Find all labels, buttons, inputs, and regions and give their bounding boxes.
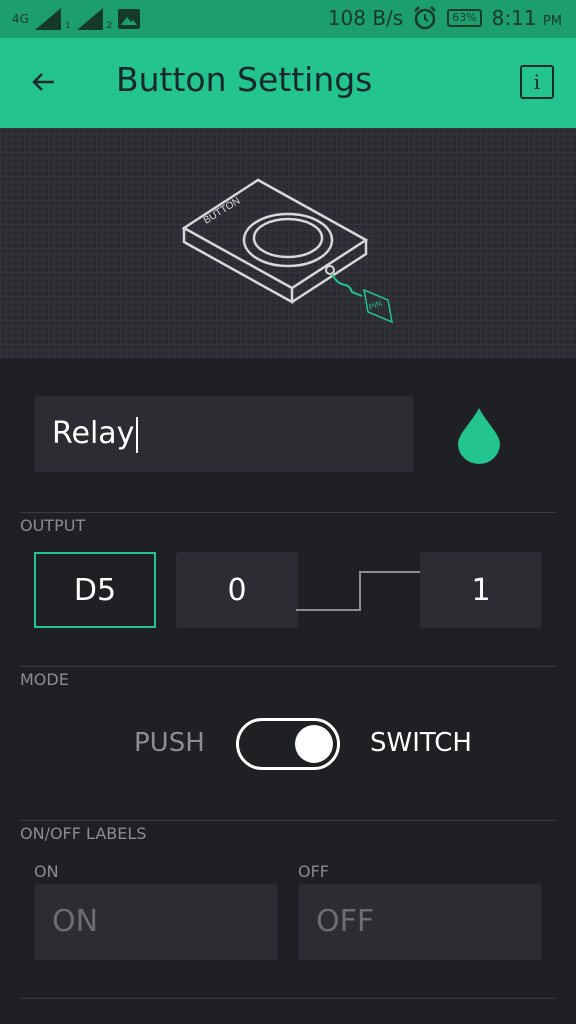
button-device-illustration: BUTTON PIN	[181, 178, 393, 324]
page-title: Button Settings	[116, 60, 373, 99]
signal-1-icon	[34, 8, 65, 30]
widget-illustration: BUTTON PIN	[0, 128, 576, 358]
text-caret	[136, 416, 139, 453]
back-button[interactable]	[28, 66, 60, 98]
output-range-graph	[296, 571, 422, 611]
mode-row: PUSH SWITCH	[0, 718, 576, 770]
arrow-left-icon	[32, 73, 54, 91]
mode-switch-label[interactable]: SWITCH	[370, 728, 472, 758]
on-label-caption: ON	[34, 862, 59, 881]
network-type: 4G	[12, 12, 29, 26]
water-drop-icon	[458, 408, 500, 464]
divider	[20, 512, 556, 513]
sim-1-label: 1	[64, 21, 71, 31]
image-icon	[118, 9, 141, 29]
widget-name-input[interactable]: Relay	[34, 396, 414, 472]
clock-ampm: PM	[542, 14, 562, 29]
output-low-value: 0	[227, 572, 247, 608]
off-label-input[interactable]: OFF	[298, 884, 542, 960]
pin-label: PIN	[368, 299, 384, 312]
output-high-input[interactable]: 1	[420, 552, 542, 628]
mode-section-label: MODE	[20, 670, 69, 689]
on-label-input[interactable]: ON	[34, 884, 278, 960]
mode-push-label[interactable]: PUSH	[134, 728, 205, 758]
clock-time: 8:11	[491, 6, 537, 30]
output-section-label: OUTPUT	[20, 516, 86, 535]
battery-indicator: 63%	[447, 9, 482, 27]
output-low-input[interactable]: 0	[176, 552, 298, 628]
sim-2-label: 2	[106, 21, 113, 31]
on-label-placeholder: ON	[52, 904, 99, 939]
info-icon: i	[533, 70, 541, 94]
clock: 8:11 PM	[492, 6, 562, 30]
divider	[20, 820, 556, 821]
signal-2-icon	[76, 8, 107, 30]
divider	[20, 666, 556, 667]
divider	[20, 998, 556, 999]
toggle-knob	[295, 725, 333, 763]
output-high-value: 1	[471, 572, 491, 608]
mode-toggle-switch[interactable]	[236, 718, 340, 770]
app-bar: Button Settings i	[0, 38, 576, 128]
status-bar: 4G 1 2 108 B/s 63% 8:11 PM	[0, 0, 576, 38]
color-picker-button[interactable]	[456, 406, 502, 464]
device-label: BUTTON	[202, 196, 243, 227]
widget-name-value: Relay	[52, 416, 135, 451]
pin-value: D5	[73, 572, 117, 608]
info-button[interactable]: i	[520, 65, 554, 99]
alarm-icon	[413, 6, 437, 30]
off-label-caption: OFF	[298, 862, 329, 881]
labels-section-label: ON/OFF LABELS	[20, 824, 147, 843]
network-speed: 108 B/s	[327, 6, 404, 30]
off-label-placeholder: OFF	[316, 904, 375, 939]
pin-select-button[interactable]: D5	[34, 552, 156, 628]
